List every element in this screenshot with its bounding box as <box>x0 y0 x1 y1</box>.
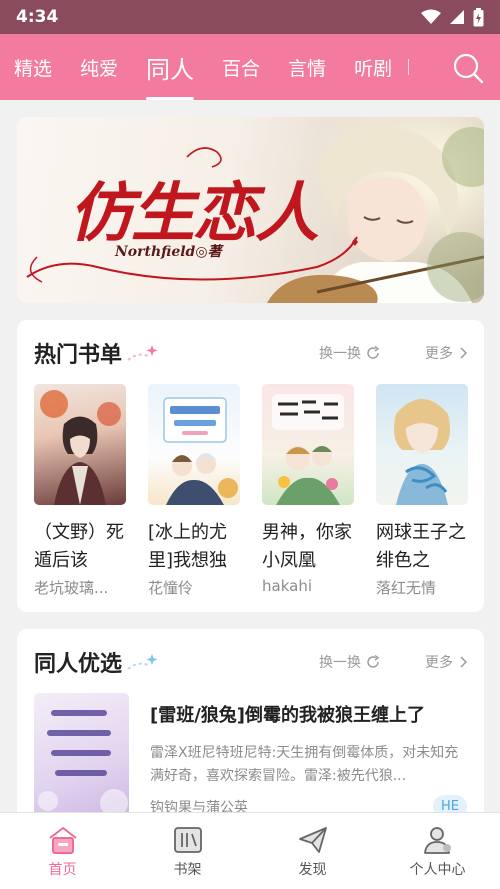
more-button[interactable]: 更多 <box>425 652 467 672</box>
bottom-nav-profile[interactable]: 个人中心 <box>375 813 500 889</box>
book-item[interactable]: 男神，你家小凤凰 hakahi <box>262 384 354 595</box>
book-cover <box>148 384 240 505</box>
book-cover <box>34 384 126 505</box>
book-description: 雷泽X班尼特班尼特:天生拥有倒霉体质，对未知充满好奇，喜欢探索冒险。雷泽:被先代… <box>150 745 459 784</box>
refresh-button[interactable]: 换一换 <box>319 343 380 363</box>
bottom-nav-discover[interactable]: 发现 <box>250 813 375 889</box>
book-cover <box>376 384 468 505</box>
more-label: 更多 <box>425 655 453 671</box>
book-title: [冰上的尤里]我想独 <box>148 522 228 571</box>
more-label: 更多 <box>425 346 453 362</box>
book-title: （文野）死遁后该 <box>34 522 124 571</box>
bottom-nav-bookshelf[interactable]: 书架 <box>125 813 250 889</box>
tab-chunai[interactable]: 纯爱 <box>80 34 118 100</box>
book-cover[interactable] <box>34 693 129 812</box>
bottom-nav-label: 书架 <box>173 862 202 878</box>
refresh-icon <box>367 346 380 359</box>
nav-tabs: 精选 纯爱 同人 百合 言情 听剧 <box>0 34 430 100</box>
fanfic-picks-header: 同人优选 换一换 更多 <box>34 647 467 677</box>
cellular-signal-icon <box>450 10 464 24</box>
refresh-icon <box>367 655 380 668</box>
refresh-label: 换一换 <box>319 346 361 362</box>
bottom-nav-label: 个人中心 <box>409 862 466 878</box>
hot-booklist-header: 热门书单 换一换 更多 <box>34 338 467 368</box>
more-button[interactable]: 更多 <box>425 343 467 363</box>
bookshelf-icon <box>173 827 202 853</box>
book-cover-art <box>38 710 128 812</box>
search-icon[interactable] <box>452 52 484 84</box>
book-cover-art <box>40 390 121 505</box>
fanfic-picks-card: 同人优选 换一换 更多 [雷班/狼兔]倒霉的我被狼王缠上了 雷泽X班尼特班尼特:… <box>17 629 484 812</box>
book-author: 钩钩果与蒲公英 <box>150 800 248 812</box>
sparkle-decoration-icon <box>127 654 158 670</box>
book-title: 网球王子之绯色之 <box>376 522 466 571</box>
user-profile-icon <box>423 827 451 854</box>
bottom-nav-label: 发现 <box>298 862 327 878</box>
hot-booklist-card: 热门书单 换一换 更多 （文野）死遁后该 老坑玻璃... [冰上的尤里]我想独 … <box>17 320 484 612</box>
bottom-nav: 首页 书架 发现 个人中心 <box>0 812 500 889</box>
book-item[interactable]: （文野）死遁后该 老坑玻璃... <box>34 384 126 598</box>
book-author: 老坑玻璃... <box>34 579 109 597</box>
main-content[interactable]: 仿生恋人 Northfield◎著 热门书单 换一换 更多 （文野）死遁后该 老… <box>0 100 500 812</box>
sparkle-decoration-icon <box>127 345 158 361</box>
tab-baihe[interactable]: 百合 <box>222 34 260 100</box>
tab-tongren[interactable]: 同人 <box>146 34 195 100</box>
book-title: 男神，你家小凤凰 <box>262 522 352 571</box>
refresh-button[interactable]: 换一换 <box>319 652 380 672</box>
bottom-nav-label: 首页 <box>48 862 77 878</box>
banner[interactable]: 仿生恋人 Northfield◎著 <box>17 117 484 303</box>
status-icons <box>421 7 484 27</box>
top-nav: 精选 纯爱 同人 百合 言情 听剧 <box>0 34 500 100</box>
paper-plane-icon <box>298 827 327 853</box>
bottom-nav-home[interactable]: 首页 <box>0 813 125 889</box>
book-item[interactable]: [冰上的尤里]我想独 花憧伶 <box>148 384 240 598</box>
book-title[interactable]: [雷班/狼兔]倒霉的我被狼王缠上了 <box>150 701 466 727</box>
chevron-right-icon <box>460 347 467 359</box>
tab-yanqing[interactable]: 言情 <box>288 34 326 100</box>
chevron-right-icon <box>460 656 467 668</box>
hot-booklist-title: 热门书单 <box>34 343 123 368</box>
book-cover <box>262 384 354 505</box>
book-cover-art <box>163 397 238 505</box>
home-icon <box>48 827 77 854</box>
status-time: 4:34 <box>16 7 59 27</box>
battery-icon <box>473 7 484 26</box>
tag-badge: HE <box>433 795 467 812</box>
tab-tingju[interactable]: 听剧 <box>354 34 392 100</box>
tab-jingxuan[interactable]: 精选 <box>14 34 52 100</box>
wifi-icon <box>421 9 441 24</box>
book-author: 落红无情 <box>376 579 437 597</box>
refresh-label: 换一换 <box>319 655 361 671</box>
book-author: hakahi <box>262 577 312 595</box>
status-bar: 4:34 <box>0 0 500 34</box>
book-cover-art <box>394 399 450 505</box>
book-author: 花憧伶 <box>148 579 194 597</box>
book-item[interactable]: 网球王子之绯色之 落红无情 <box>376 384 468 598</box>
fanfic-picks-title: 同人优选 <box>34 652 123 677</box>
nav-divider <box>408 59 410 75</box>
book-cover-art <box>272 394 344 505</box>
banner-author: Northfield◎著 <box>115 244 222 260</box>
